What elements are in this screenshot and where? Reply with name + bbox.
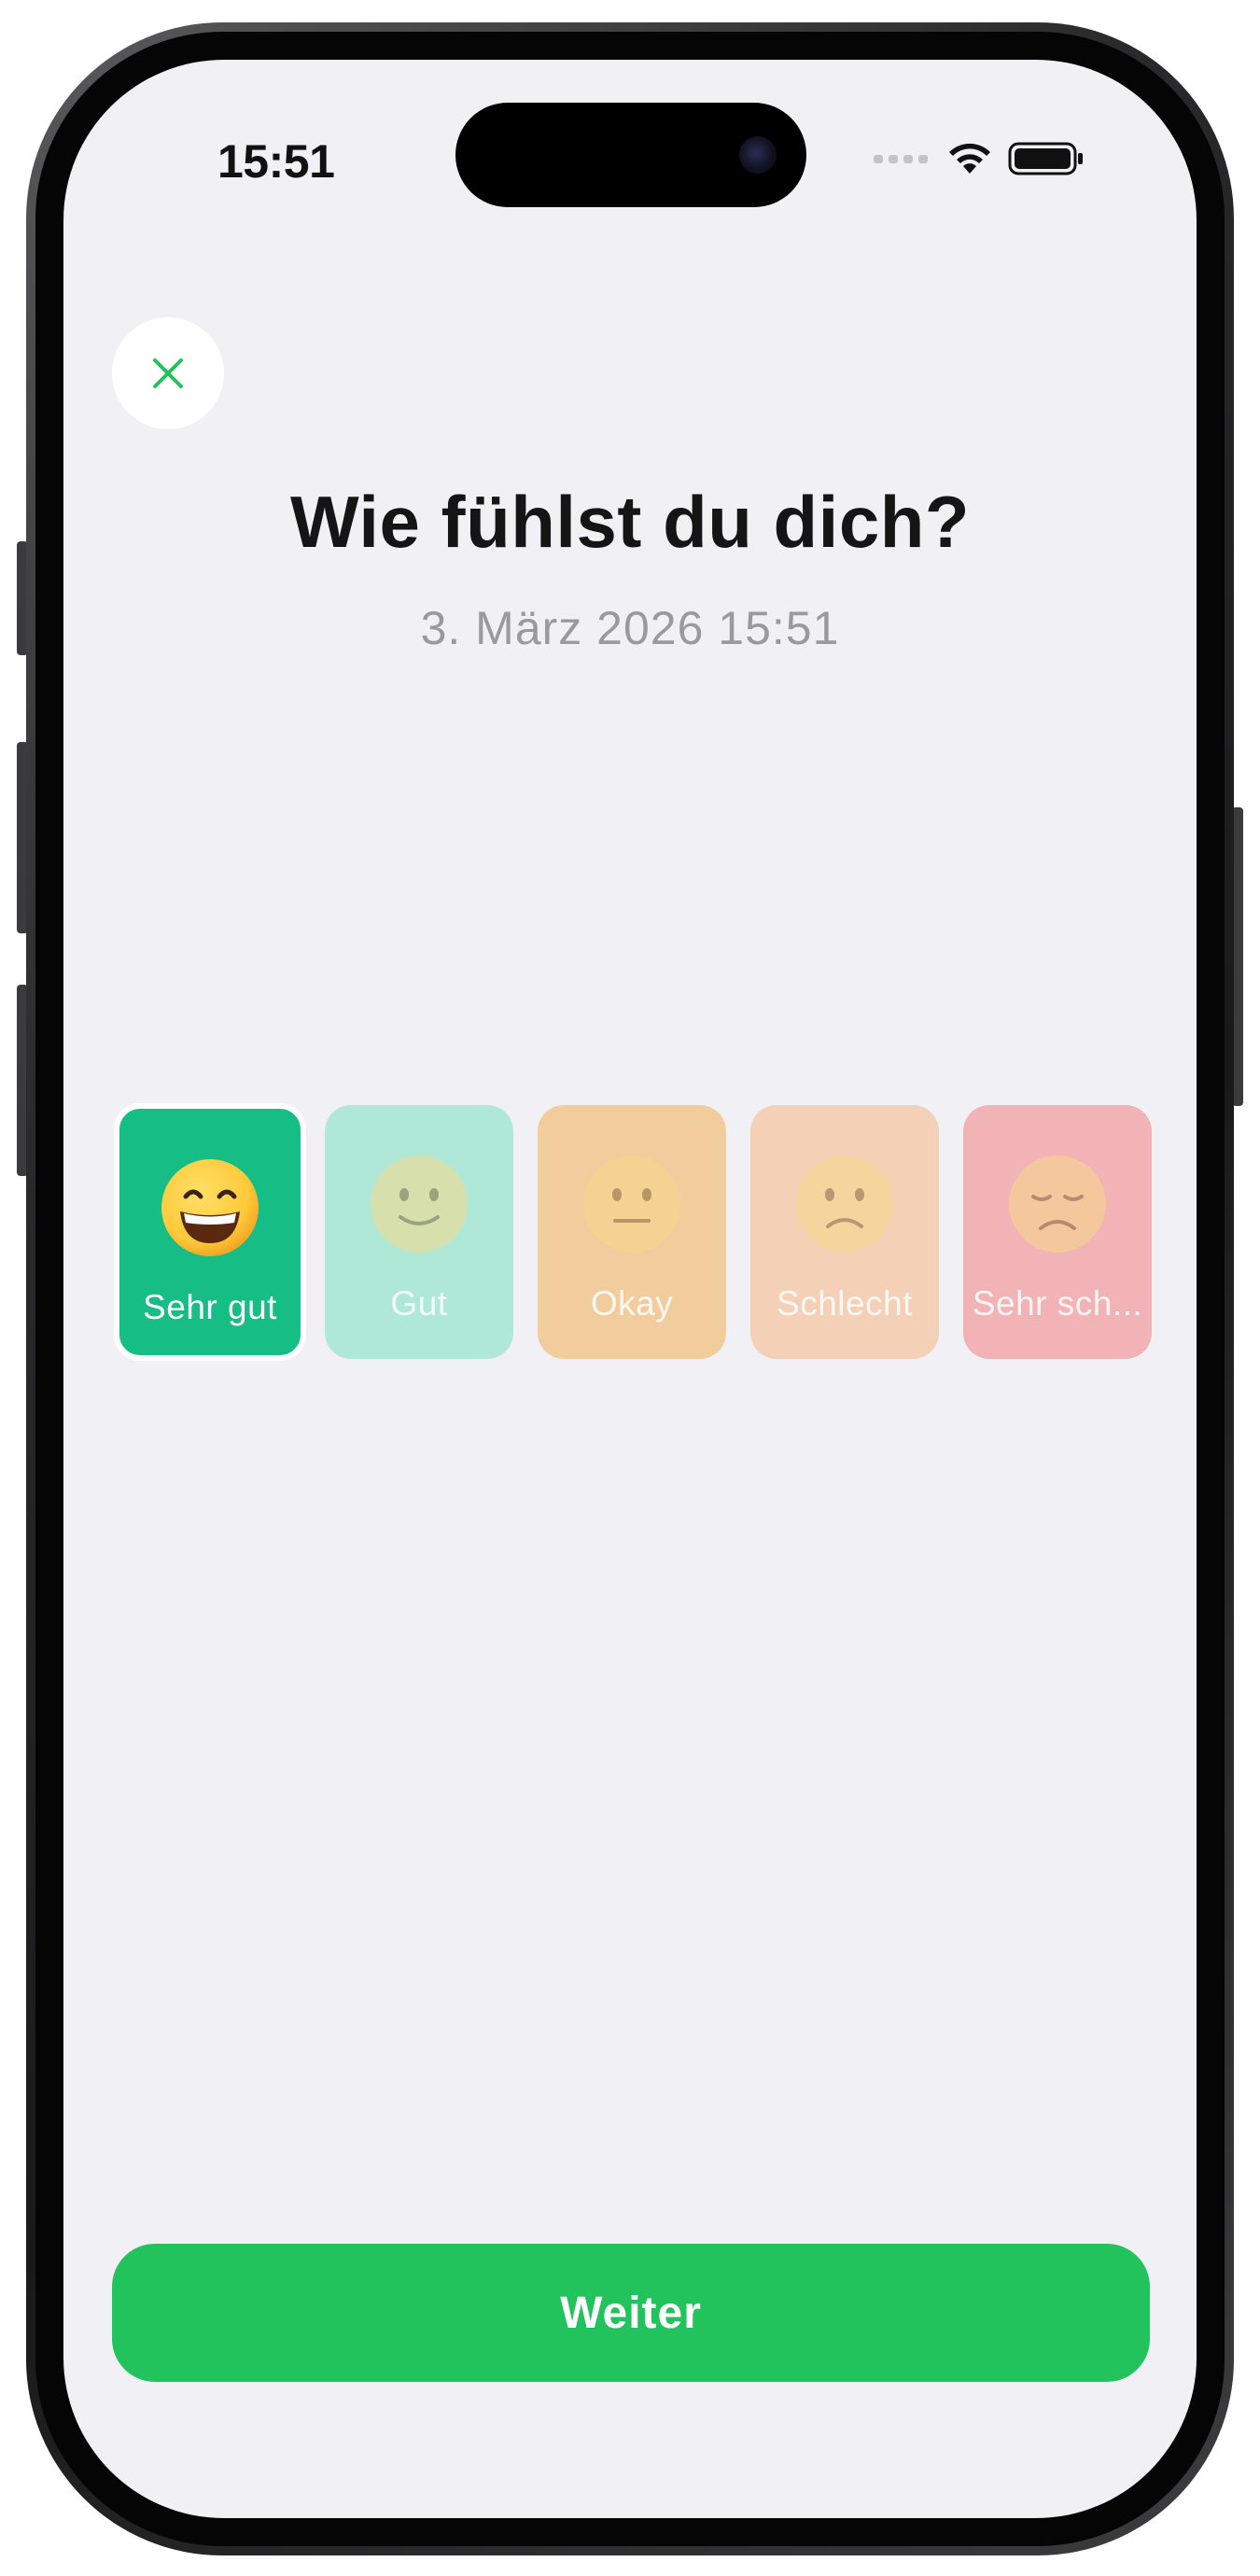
mood-option-schlecht[interactable]: Schlecht: [750, 1105, 939, 1359]
mood-selector: Sehr gut Gut Okay Schlecht Sehr sch...: [114, 1103, 1159, 1366]
status-time: 15:51: [217, 135, 335, 188]
dynamic-island: [455, 103, 806, 207]
next-button-label: Weiter: [560, 2288, 702, 2338]
device-mockup: 15:51 Wie fühlst du dich? 3. März 2026 1…: [0, 0, 1260, 2576]
mood-label: Schlecht: [777, 1284, 913, 1323]
status-indicators: [874, 140, 1085, 177]
signal-dots-icon: [874, 154, 928, 163]
mood-label: Okay: [590, 1284, 674, 1323]
page-title: Wie fühlst du dich?: [289, 481, 971, 563]
slightly-frowning-face-icon: [794, 1154, 895, 1254]
entry-datetime: 3. März 2026 15:51: [420, 602, 840, 654]
mood-option-sehr-schlecht[interactable]: Sehr sch...: [963, 1105, 1152, 1359]
app-screen: 15:51 Wie fühlst du dich? 3. März 2026 1…: [63, 60, 1197, 2518]
mood-option-okay[interactable]: Okay: [538, 1105, 726, 1359]
neutral-face-icon: [581, 1154, 682, 1254]
grinning-face-icon: [160, 1157, 260, 1258]
phone-bezel: 15:51 Wie fühlst du dich? 3. März 2026 1…: [35, 32, 1225, 2546]
mood-label: Sehr sch...: [972, 1284, 1143, 1323]
mood-label: Sehr gut: [143, 1288, 277, 1326]
phone-frame: 15:51 Wie fühlst du dich? 3. März 2026 1…: [26, 22, 1234, 2555]
mood-label: Gut: [390, 1284, 448, 1323]
close-button[interactable]: [112, 317, 224, 429]
wifi-icon: [949, 143, 990, 174]
mood-option-sehr-gut[interactable]: Sehr gut: [114, 1103, 306, 1361]
battery-icon: [1008, 142, 1083, 175]
close-x-icon: [153, 358, 183, 388]
slightly-smiling-face-icon: [369, 1154, 469, 1254]
next-button[interactable]: Weiter: [112, 2244, 1150, 2382]
front-camera: [739, 136, 777, 174]
disappointed-face-icon: [1007, 1154, 1108, 1254]
mood-option-gut[interactable]: Gut: [325, 1105, 513, 1359]
